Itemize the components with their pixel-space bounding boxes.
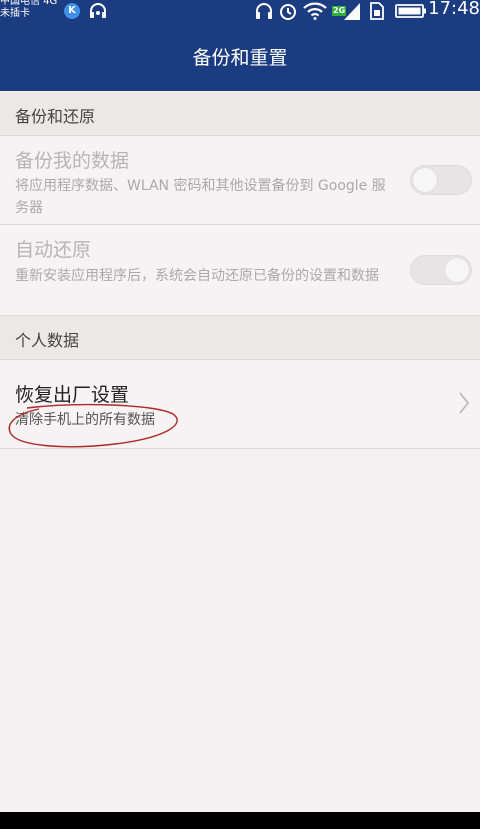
toggle-knob: [413, 168, 437, 192]
title-bar: 备份和重置: [0, 22, 480, 91]
carrier-info: 中国电信 4G 未插卡: [0, 0, 57, 20]
setting-backup-my-data[interactable]: 备份我的数据 将应用程序数据、WLAN 密码和其他设置备份到 Google 服务…: [0, 136, 480, 225]
auto-restore-toggle[interactable]: [410, 255, 472, 285]
page-title: 备份和重置: [192, 47, 288, 69]
k-app-badge: K: [64, 3, 80, 19]
wifi-icon: [302, 0, 328, 22]
setting-title: 恢复出厂设置: [15, 384, 130, 406]
setting-title: 备份我的数据: [15, 150, 130, 172]
chevron-right-icon: [459, 392, 470, 414]
signal-icon: 2G: [332, 0, 362, 22]
section-header-personal-data: 个人数据: [0, 316, 480, 360]
headset-assist-icon: [87, 0, 109, 22]
toggle-knob: [445, 258, 469, 282]
section-header-backup-restore: 备份和还原: [0, 92, 480, 136]
clock: 17:48: [428, 0, 480, 19]
status-bar: 中国电信 4G 未插卡 K 2G 17:48: [0, 0, 480, 22]
section-header-label: 备份和还原: [15, 107, 96, 126]
setting-subtitle: 将应用程序数据、WLAN 密码和其他设置备份到 Google 服务器: [15, 178, 386, 216]
navigation-bar: [0, 812, 480, 829]
battery-icon: [394, 0, 428, 22]
carrier-name: 中国电信 4G: [0, 0, 58, 7]
setting-title: 自动还原: [15, 239, 92, 261]
backup-toggle[interactable]: [410, 165, 472, 195]
setting-factory-reset[interactable]: 恢复出厂设置 清除手机上的所有数据: [0, 360, 480, 449]
section-header-label: 个人数据: [15, 331, 80, 350]
k-app-icon: K: [62, 0, 82, 22]
sim-status: 未插卡: [0, 8, 30, 19]
network-type-badge: 2G: [332, 6, 347, 16]
setting-auto-restore[interactable]: 自动还原 重新安装应用程序后，系统会自动还原已备份的设置和数据: [0, 225, 480, 316]
headphones-icon: [254, 0, 274, 22]
setting-subtitle: 重新安装应用程序后，系统会自动还原已备份的设置和数据: [15, 268, 379, 284]
sim-icon: [368, 0, 386, 22]
alarm-icon: [278, 0, 298, 22]
setting-subtitle: 清除手机上的所有数据: [15, 412, 155, 428]
